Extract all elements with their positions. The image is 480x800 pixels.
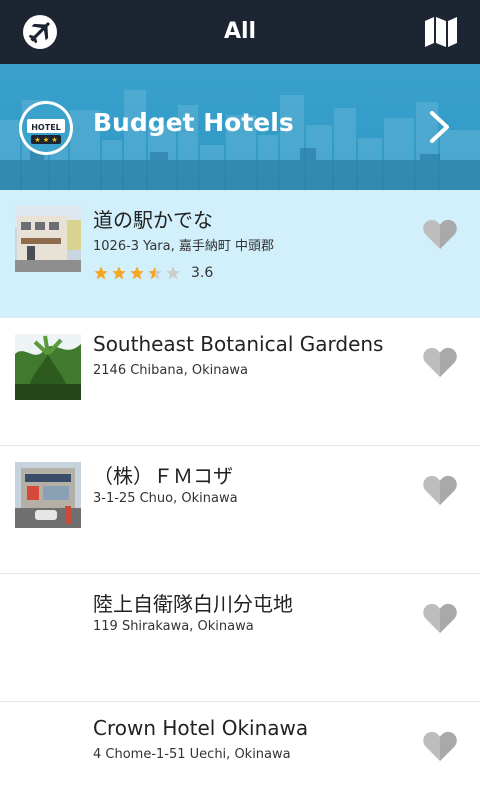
svg-text:★ ★ ★: ★ ★ ★ [34, 136, 57, 144]
place-address: 4 Chome-1-51 Uechi, Okinawa [93, 747, 291, 762]
rating-value: 3.6 [191, 265, 214, 281]
place-address: 119 Shirakawa, Okinawa [93, 619, 254, 634]
list-item[interactable]: Southeast Botanical Gardens 2146 Chibana… [0, 318, 480, 446]
place-name[interactable]: Southeast Botanical Gardens [93, 332, 383, 356]
star-icon [94, 266, 108, 280]
place-photo [15, 206, 81, 272]
top-bar: All [0, 0, 480, 64]
chevron-right-icon[interactable] [428, 110, 452, 144]
heart-icon[interactable] [422, 346, 458, 378]
hotel-icon: HOTEL ★ ★ ★ [18, 100, 74, 156]
star-icon [130, 266, 144, 280]
list-item[interactable]: 陸上自衛隊白川分屯地 119 Shirakawa, Okinawa [0, 574, 480, 702]
svg-text:HOTEL: HOTEL [31, 123, 61, 132]
category-title: Budget Hotels [93, 108, 294, 137]
place-address: 2146 Chibana, Okinawa [93, 363, 249, 378]
place-address: 3-1-25 Chuo, Okinawa [93, 491, 238, 506]
list-item[interactable]: Crown Hotel Okinawa 4 Chome-1-51 Uechi, … [0, 702, 480, 800]
page-title: All [223, 19, 257, 44]
list-item[interactable]: （株）ＦＭコザ 3-1-25 Chuo, Okinawa [0, 446, 480, 574]
place-photo [15, 334, 81, 400]
heart-icon[interactable] [422, 602, 458, 634]
category-banner[interactable]: HOTEL ★ ★ ★ Budget Hotels [0, 64, 480, 190]
place-name[interactable]: （株）ＦＭコザ [93, 460, 233, 489]
heart-icon[interactable] [422, 730, 458, 762]
place-address: 1026-3 Yara, 嘉手納町 中頭郡 [93, 239, 275, 254]
place-name[interactable]: Crown Hotel Okinawa [93, 716, 308, 740]
empty-star-icon [166, 266, 180, 280]
star-rating: 3.6 [93, 264, 213, 282]
place-photo [15, 462, 81, 528]
map-icon[interactable] [424, 16, 458, 48]
place-name[interactable]: 陸上自衛隊白川分屯地 [93, 588, 293, 617]
star-icon [112, 266, 126, 280]
place-list: 道の駅かでな 1026-3 Yara, 嘉手納町 中頭郡 3.6 Southea… [0, 190, 480, 800]
heart-icon[interactable] [422, 218, 458, 250]
list-item[interactable]: 道の駅かでな 1026-3 Yara, 嘉手納町 中頭郡 3.6 [0, 190, 480, 318]
heart-icon[interactable] [422, 474, 458, 506]
half-star-icon [148, 266, 162, 280]
place-name[interactable]: 道の駅かでな [93, 204, 213, 233]
